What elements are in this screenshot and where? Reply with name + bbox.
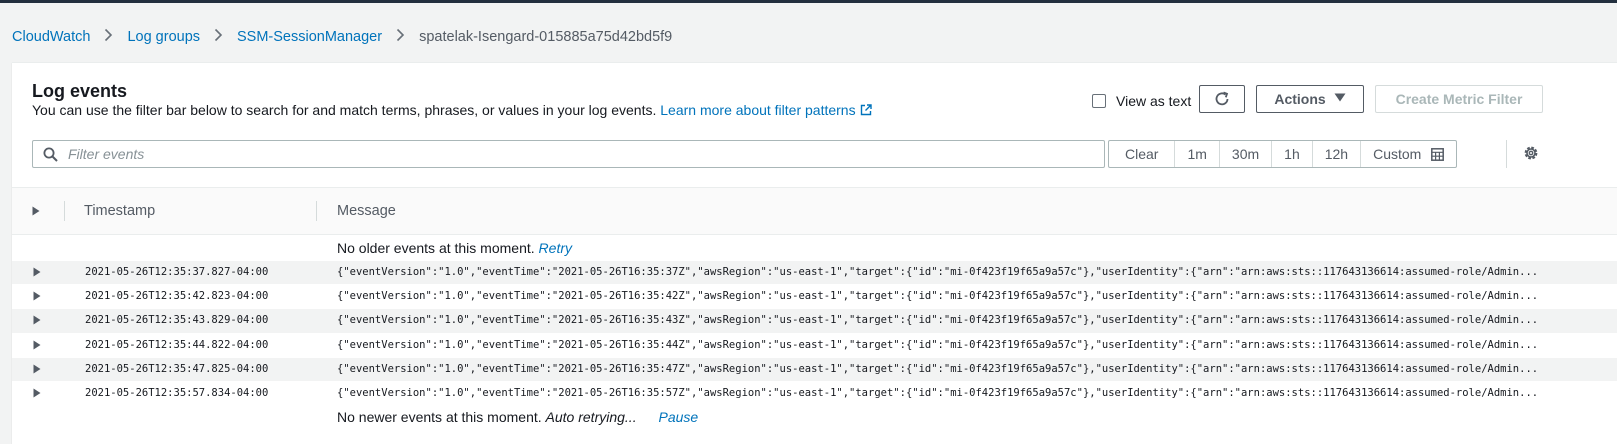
view-as-text-toggle[interactable]: View as text [1092, 93, 1191, 109]
breadcrumb-log-groups[interactable]: Log groups [127, 29, 200, 45]
no-newer-events-notice: No newer events at this moment. Auto ret… [337, 409, 698, 425]
row-message: {"eventVersion":"1.0","eventTime":"2021-… [337, 290, 1539, 303]
chevron-right-icon [214, 28, 223, 46]
actions-label: Actions [1274, 91, 1326, 107]
preferences-button[interactable] [1522, 144, 1540, 162]
time-clear-button[interactable]: Clear [1109, 141, 1174, 167]
row-message: {"eventVersion":"1.0","eventTime":"2021-… [337, 362, 1539, 375]
top-nav-bar [0, 0, 1617, 3]
time-custom-button[interactable]: Custom [1360, 141, 1456, 167]
table-row[interactable]: 2021-05-26T12:35:37.827-04:00 {"eventVer… [12, 261, 1617, 286]
log-events-list: 2021-05-26T12:35:37.827-04:00 {"eventVer… [12, 261, 1617, 407]
breadcrumb-log-group[interactable]: SSM-SessionManager [237, 29, 382, 45]
view-as-text-label: View as text [1116, 93, 1192, 109]
caret-right-icon [32, 206, 40, 216]
calendar-icon [1421, 147, 1445, 161]
time-range-selector: Clear 1m 30m 1h 12h Custom [1108, 140, 1458, 168]
table-header: Timestamp Message [12, 187, 1617, 235]
chevron-right-icon [396, 28, 405, 46]
row-message: {"eventVersion":"1.0","eventTime":"2021-… [337, 314, 1539, 327]
pause-link[interactable]: Pause [658, 409, 698, 425]
row-timestamp: 2021-05-26T12:35:57.834-04:00 [85, 386, 269, 399]
row-timestamp: 2021-05-26T12:35:42.823-04:00 [85, 290, 269, 303]
caret-right-icon[interactable] [33, 388, 41, 398]
time-1m-button[interactable]: 1m [1174, 141, 1218, 167]
row-message: {"eventVersion":"1.0","eventTime":"2021-… [337, 266, 1539, 278]
caret-right-icon[interactable] [33, 267, 41, 277]
panel-title: Log events [32, 81, 128, 101]
breadcrumb-cloudwatch[interactable]: CloudWatch [12, 29, 90, 45]
caret-down-icon [1334, 93, 1346, 105]
row-message: {"eventVersion":"1.0","eventTime":"2021-… [337, 386, 1539, 399]
table-row[interactable]: 2021-05-26T12:35:44.822-04:00 {"eventVer… [12, 334, 1617, 358]
table-row[interactable]: 2021-05-26T12:35:57.834-04:00 {"eventVer… [12, 382, 1617, 407]
row-timestamp: 2021-05-26T12:35:37.827-04:00 [85, 266, 269, 278]
caret-right-icon[interactable] [33, 364, 41, 374]
breadcrumb-log-stream: spatelak-Isengard-015885a75d42bd5f9 [419, 29, 673, 45]
caret-right-icon[interactable] [33, 340, 41, 350]
filter-events-input[interactable] [66, 145, 1070, 163]
row-timestamp: 2021-05-26T12:35:44.822-04:00 [85, 338, 269, 351]
retry-link[interactable]: Retry [539, 240, 572, 256]
row-message: {"eventVersion":"1.0","eventTime":"2021-… [337, 338, 1539, 351]
time-30m-button[interactable]: 30m [1218, 141, 1271, 167]
time-1h-button[interactable]: 1h [1271, 141, 1312, 167]
table-row[interactable]: 2021-05-26T12:35:43.829-04:00 {"eventVer… [12, 309, 1617, 334]
description-text: You can use the filter bar below to sear… [32, 102, 657, 118]
search-icon [43, 147, 58, 162]
no-older-text: No older events at this moment. [337, 240, 535, 256]
column-header-timestamp[interactable]: Timestamp [84, 188, 155, 234]
time-12h-button[interactable]: 12h [1311, 141, 1360, 167]
row-timestamp: 2021-05-26T12:35:43.829-04:00 [85, 314, 269, 327]
log-events-panel: Log events You can use the filter bar be… [12, 62, 1617, 444]
caret-right-icon[interactable] [33, 291, 41, 301]
expand-all-toggle[interactable] [32, 188, 40, 234]
refresh-icon [1213, 90, 1231, 108]
filter-events-box [32, 140, 1105, 168]
gear-icon [1522, 144, 1540, 162]
no-older-events-notice: No older events at this moment. Retry [337, 240, 572, 256]
column-divider [316, 201, 317, 221]
learn-more-link[interactable]: Learn more about filter patterns [660, 102, 855, 118]
table-row[interactable]: 2021-05-26T12:35:47.825-04:00 {"eventVer… [12, 357, 1617, 382]
column-header-message[interactable]: Message [337, 188, 396, 234]
auto-retrying-text: Auto retrying... [545, 409, 637, 425]
create-metric-filter-button[interactable]: Create Metric Filter [1375, 85, 1543, 113]
chevron-right-icon [104, 28, 113, 46]
custom-label: Custom [1373, 146, 1422, 162]
row-timestamp: 2021-05-26T12:35:47.825-04:00 [85, 362, 269, 375]
refresh-button[interactable] [1199, 85, 1245, 113]
panel-description: You can use the filter bar below to sear… [32, 102, 872, 119]
table-row[interactable]: 2021-05-26T12:35:42.823-04:00 {"eventVer… [12, 285, 1617, 310]
actions-button[interactable]: Actions [1256, 85, 1364, 113]
breadcrumb: CloudWatch Log groups SSM-SessionManager… [12, 22, 672, 52]
external-link-icon [860, 103, 872, 119]
caret-right-icon[interactable] [33, 315, 41, 325]
no-newer-text: No newer events at this moment. [337, 409, 542, 425]
column-divider [64, 201, 65, 221]
view-as-text-checkbox[interactable] [1092, 94, 1106, 108]
divider [1506, 140, 1507, 168]
